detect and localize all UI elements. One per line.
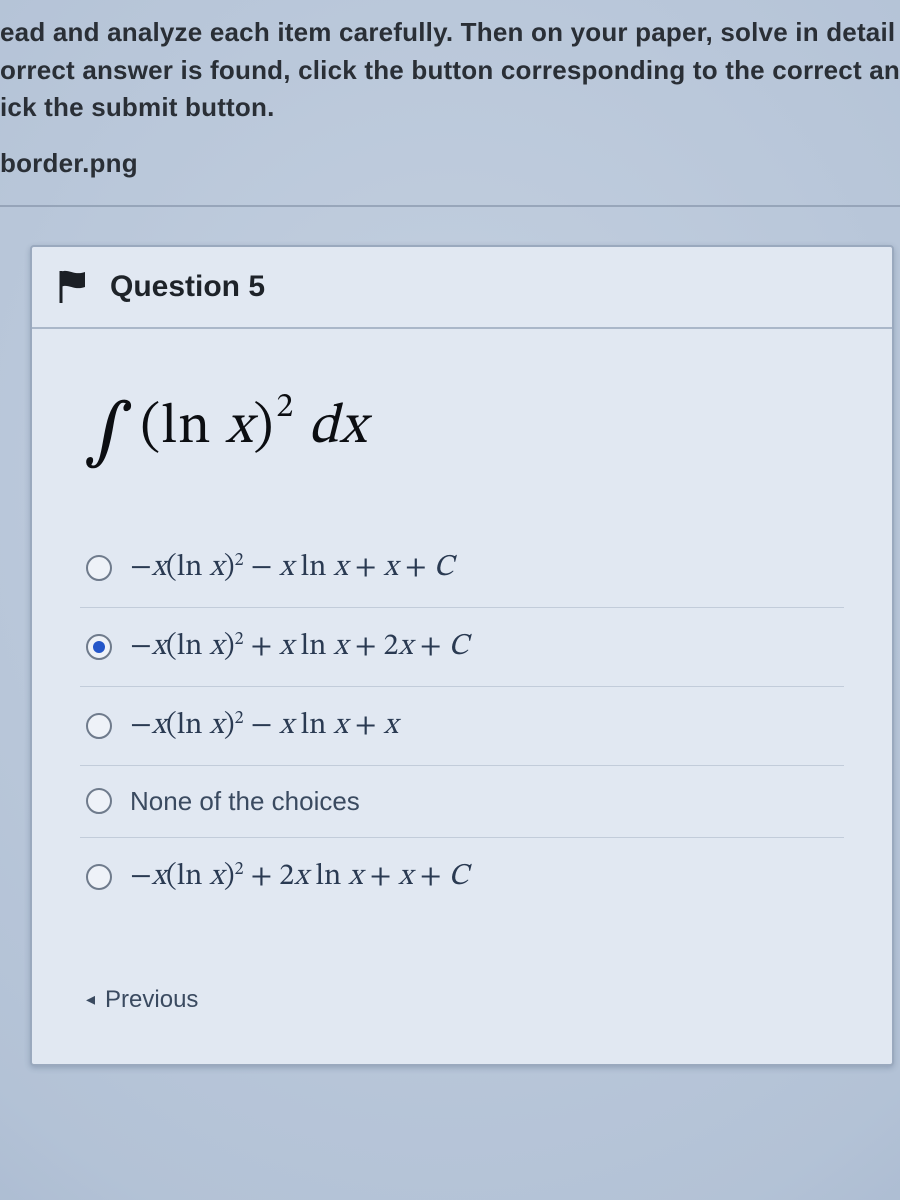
chevron-left-icon: ◂: [86, 989, 95, 1010]
option-a[interactable]: −x(ln x)2 − x ln x + x + C: [80, 529, 844, 607]
question-footer: ◂ Previous: [80, 986, 844, 1014]
option-d[interactable]: None of the choices: [80, 765, 844, 837]
radio-icon[interactable]: [86, 713, 112, 739]
broken-image-name: border.png: [0, 145, 900, 183]
option-c[interactable]: −x(ln x)2 − x ln x + x: [80, 686, 844, 765]
radio-icon[interactable]: [86, 788, 112, 814]
divider: [0, 205, 900, 207]
question-card: Question 5 ∫(ln x)2 dx −x(ln x)2 − x ln …: [30, 245, 894, 1066]
flag-icon[interactable]: [58, 269, 88, 305]
question-body: ∫(ln x)2 dx −x(ln x)2 − x ln x + x + C −…: [32, 329, 892, 1064]
option-text: −x(ln x)2 + x ln x + 2x + C: [130, 628, 469, 666]
question-prompt: ∫(ln x)2 dx: [84, 379, 844, 469]
option-text: −x(ln x)2 + 2x ln x + x + C: [130, 858, 469, 896]
instruction-line: ead and analyze each item carefully. The…: [0, 14, 900, 52]
instruction-line: orrect answer is found, click the button…: [0, 52, 900, 90]
instructions-block: ead and analyze each item carefully. The…: [0, 0, 900, 195]
question-title: Question 5: [110, 270, 265, 304]
option-text: None of the choices: [130, 786, 360, 817]
option-e[interactable]: −x(ln x)2 + 2x ln x + x + C: [80, 837, 844, 916]
option-text: −x(ln x)2 − x ln x + x + C: [130, 549, 454, 587]
question-header: Question 5: [32, 247, 892, 329]
options-list: −x(ln x)2 − x ln x + x + C −x(ln x)2 + x…: [80, 529, 844, 916]
instruction-line: ick the submit button.: [0, 89, 900, 127]
option-text: −x(ln x)2 − x ln x + x: [130, 707, 398, 745]
previous-label: Previous: [105, 986, 198, 1014]
radio-icon[interactable]: [86, 634, 112, 660]
radio-icon[interactable]: [86, 864, 112, 890]
radio-icon[interactable]: [86, 555, 112, 581]
option-b[interactable]: −x(ln x)2 + x ln x + 2x + C: [80, 607, 844, 686]
previous-button[interactable]: ◂ Previous: [86, 986, 198, 1014]
